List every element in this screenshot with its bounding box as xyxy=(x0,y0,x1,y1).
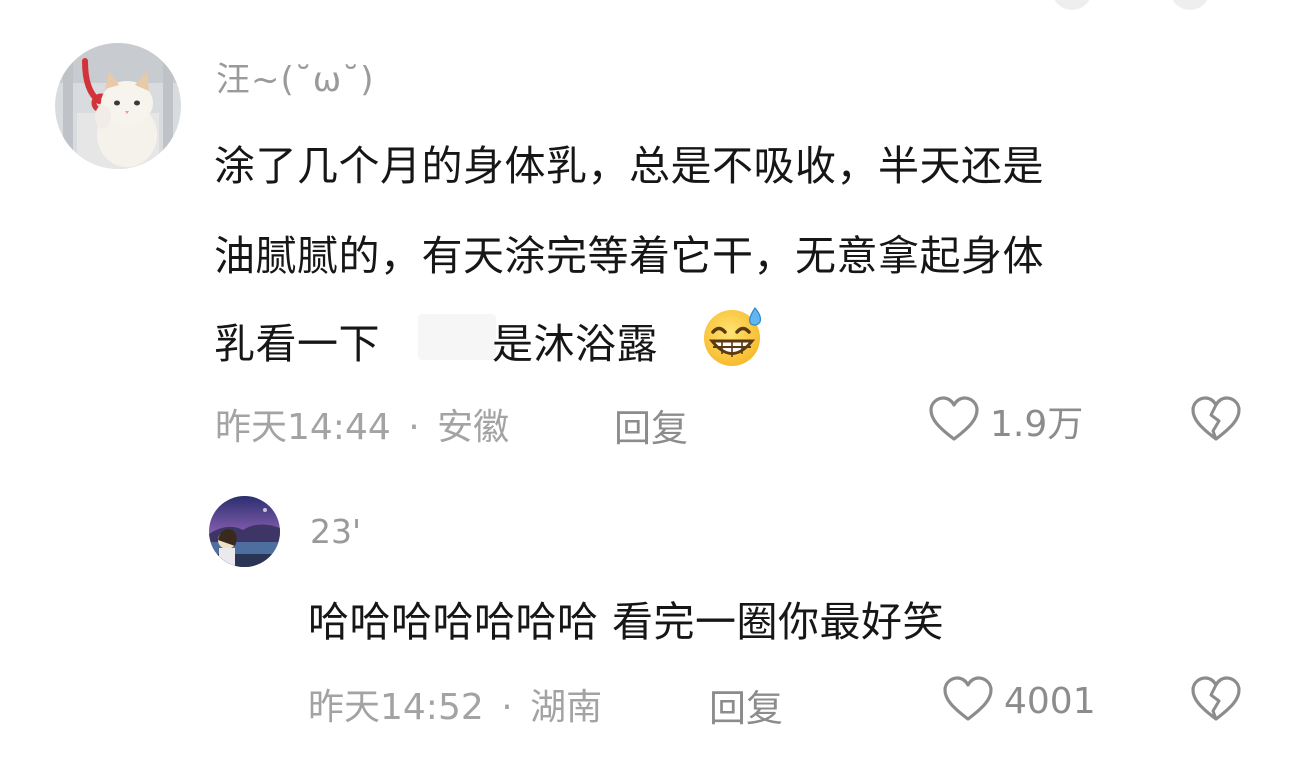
reply-button[interactable]: 回复 xyxy=(709,678,783,732)
meta-separator: · xyxy=(501,687,513,728)
avatar[interactable] xyxy=(55,43,181,169)
like-count: 1.9万 xyxy=(990,404,1084,445)
meta-separator: · xyxy=(408,407,420,448)
reply-username[interactable]: 23' xyxy=(310,512,361,551)
text-highlight xyxy=(418,314,496,360)
comment-text-line: 涂了几个月的身体乳，总是不吸收，半天还是 xyxy=(214,142,1044,190)
dislike-button[interactable] xyxy=(1190,675,1242,727)
comment-text-line: 乳看一下 xyxy=(214,320,380,368)
reply-avatar[interactable] xyxy=(209,496,280,567)
broken-heart-icon xyxy=(1190,396,1242,447)
comment-text-line: 油腻腻的，有天涂完等着它干，无意拿起身体 xyxy=(214,232,1044,280)
reply-button[interactable]: 回复 xyxy=(614,398,688,452)
comment-item: 汪~(˘ω˘) 涂了几个月的身体乳，总是不吸收，半天还是 油腻腻的，有天涂完等着… xyxy=(0,0,1310,460)
reply-item: 23' 哈哈哈哈哈哈哈 看完一圈你最好笑 昨天14:52 · 湖南 回复 400… xyxy=(0,480,1310,770)
like-count: 4001 xyxy=(1004,680,1096,722)
grinning-sweat-emoji xyxy=(700,304,766,368)
comment-meta: 昨天14:44 · 安徽 xyxy=(215,398,509,450)
comment-time: 昨天14:44 xyxy=(215,407,391,448)
comment-location: 安徽 xyxy=(437,407,510,448)
dislike-button[interactable] xyxy=(1190,395,1242,447)
heart-outline-icon xyxy=(928,395,980,447)
comment-text-line: 是沐浴露 xyxy=(492,320,658,368)
comment-username[interactable]: 汪~(˘ω˘) xyxy=(216,52,375,101)
like-button[interactable]: 1.9万 xyxy=(928,395,1083,447)
heart-outline-icon xyxy=(942,675,994,727)
reply-text: 哈哈哈哈哈哈哈 看完一圈你最好笑 xyxy=(308,598,945,646)
reply-time: 昨天14:52 xyxy=(308,687,484,728)
broken-heart-icon xyxy=(1190,676,1242,727)
like-button[interactable]: 4001 xyxy=(942,675,1096,727)
reply-meta: 昨天14:52 · 湖南 xyxy=(308,678,602,730)
reply-location: 湖南 xyxy=(530,687,603,728)
